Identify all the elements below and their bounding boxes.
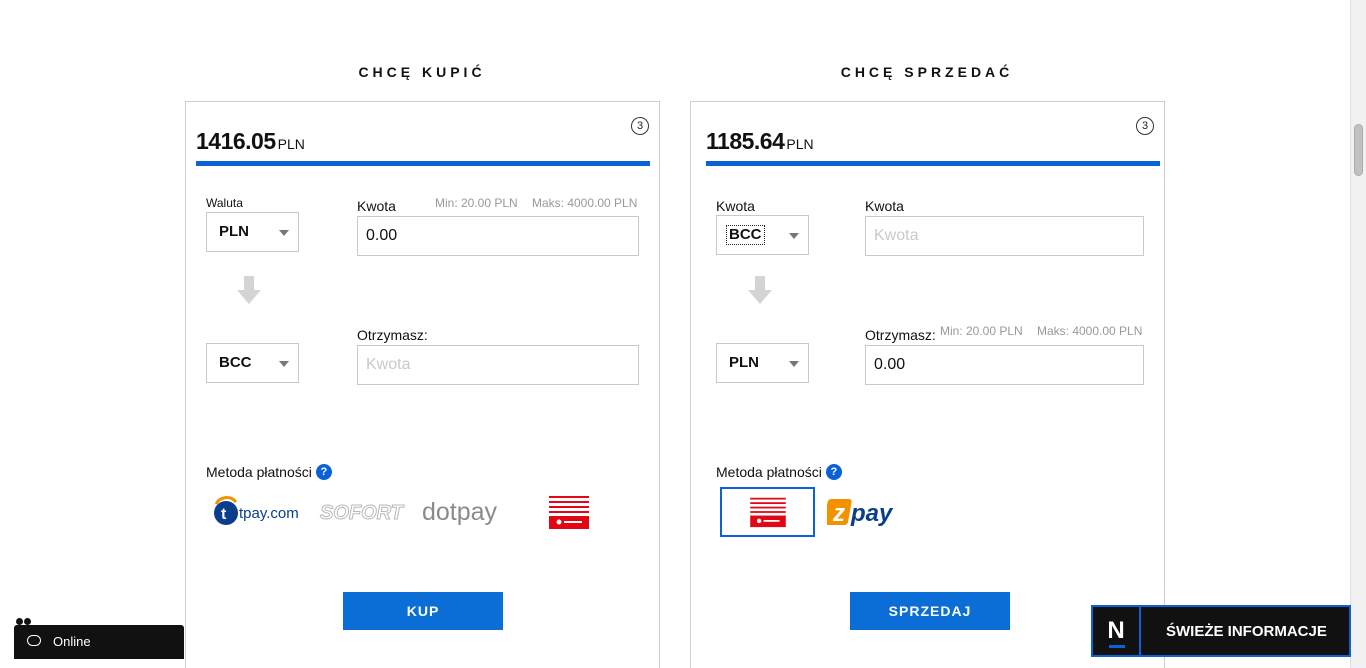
sell-price: 1185.64 (706, 128, 785, 154)
buy-payment-label-text: Metoda płatności (206, 464, 312, 480)
chevron-down-icon (279, 230, 289, 236)
poczta-polska-logo-icon (748, 496, 787, 528)
sell-price-row: 1185.64 PLN (706, 128, 1160, 166)
news-bar[interactable]: N ŚWIEŻE INFORMACJE (1091, 605, 1351, 657)
page-scrollbar[interactable] (1350, 0, 1366, 668)
buy-amount-input[interactable]: 0.00 (357, 216, 639, 256)
chevron-down-icon (279, 361, 289, 367)
sell-amount-input[interactable]: Kwota (865, 216, 1144, 256)
sell-from-currency-value: BCC (726, 225, 765, 245)
sell-price-unit: PLN (786, 136, 814, 152)
sell-info-badge[interactable]: 3 (1136, 117, 1154, 135)
payment-dotpay[interactable]: dotpay (420, 492, 512, 532)
dotpay-logo-icon: dotpay (422, 498, 498, 526)
buy-section-title: CHCĘ KUPIĆ (358, 64, 486, 80)
sell-from-currency-select[interactable]: BCC (716, 215, 809, 255)
svg-text:t: t (221, 506, 227, 523)
sell-section-title: CHCĘ SPRZEDAĆ (840, 64, 1014, 80)
sell-to-currency-value: PLN (729, 354, 759, 371)
help-icon[interactable]: ? (825, 464, 842, 480)
buy-info-badge[interactable]: 3 (631, 117, 649, 135)
chat-widget[interactable]: Online (14, 625, 184, 659)
poczta-polska-logo-icon (548, 494, 590, 530)
buy-from-currency-select[interactable]: PLN (206, 212, 299, 252)
scrollbar-thumb[interactable] (1354, 124, 1363, 176)
sell-min-hint: Min: 20.00 PLN (940, 324, 1023, 338)
chevron-down-icon (789, 361, 799, 367)
sell-payment-label-text: Metoda płatności (716, 464, 822, 480)
buy-min-hint: Min: 20.00 PLN (435, 196, 518, 210)
sell-max-hint: Maks: 4000.00 PLN (1037, 324, 1143, 338)
buy-to-currency-select[interactable]: BCC (206, 343, 299, 383)
buy-button[interactable]: KUP (343, 592, 503, 630)
buy-price: 1416.05 (196, 128, 276, 154)
tpay-text: tpay.com (239, 505, 299, 522)
payment-poczta[interactable] (543, 492, 595, 532)
sell-panel: 1185.64 PLN 3 Kwota Kwota BCC Kwota Otrzy… (690, 101, 1165, 668)
sell-to-currency-select[interactable]: PLN (716, 343, 809, 383)
buy-currency-label: Waluta (206, 196, 243, 210)
sell-button[interactable]: SPRZEDAJ (850, 592, 1010, 630)
buy-price-unit: PLN (277, 136, 305, 152)
buy-receive-label: Otrzymasz: (357, 327, 428, 343)
news-logo-icon: N (1093, 607, 1141, 655)
payment-zpay[interactable]: z pay (827, 492, 915, 532)
buy-receive-input[interactable]: Kwota (357, 345, 639, 385)
payment-tpay[interactable]: t tpay.com (212, 492, 304, 532)
chat-status-label: Online (53, 634, 91, 649)
news-label: ŚWIEŻE INFORMACJE (1166, 623, 1327, 640)
zpay-text: pay (850, 500, 894, 527)
buy-price-row: 1416.05 PLN (196, 128, 650, 166)
buy-to-currency-value: BCC (219, 354, 252, 371)
arrow-down-icon (748, 276, 772, 308)
svg-text:z: z (832, 500, 845, 527)
sell-amount-label: Kwota (865, 198, 904, 214)
sell-receive-label: Otrzymasz: (865, 327, 936, 343)
arrow-down-icon (237, 276, 261, 308)
buy-max-hint: Maks: 4000.00 PLN (532, 196, 638, 210)
zpay-logo-icon: z pay (827, 499, 894, 527)
tpay-logo-icon: t tpay.com (214, 496, 299, 525)
sell-amount-label-left: Kwota (716, 198, 755, 214)
sell-payment-label: Metoda płatności? (716, 464, 842, 480)
sell-receive-input[interactable]: 0.00 (865, 345, 1144, 385)
buy-from-currency-value: PLN (219, 223, 249, 240)
chat-bubble-icon (27, 635, 41, 646)
buy-payment-label: Metoda płatności? (206, 464, 332, 480)
help-icon[interactable]: ? (315, 464, 332, 480)
dotpay-text: dotpay (422, 498, 498, 526)
payment-sofort[interactable]: SOFORT (316, 492, 408, 532)
sofort-text: SOFORT (320, 502, 405, 524)
news-logo-letter: N (1107, 617, 1125, 644)
buy-panel: 1416.05 PLN 3 Waluta Kwota Min: 20.00 PLN… (185, 101, 660, 668)
chevron-down-icon (789, 233, 799, 239)
payment-poczta-selected[interactable] (720, 487, 815, 537)
chat-avatar-dots (16, 612, 32, 625)
sofort-logo-icon: SOFORT (320, 502, 406, 525)
buy-amount-label: Kwota (357, 198, 396, 214)
